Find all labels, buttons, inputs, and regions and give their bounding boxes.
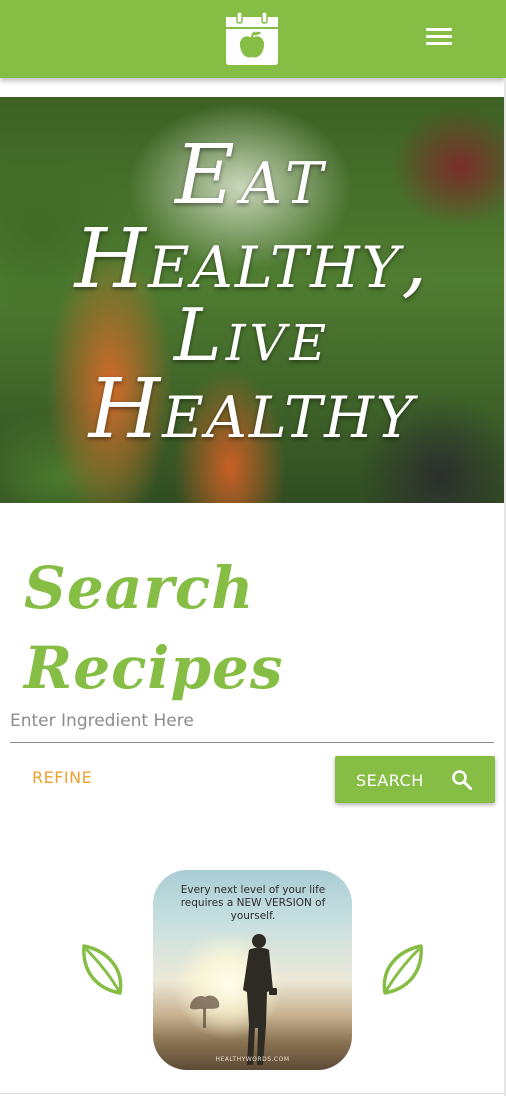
magnifier-icon bbox=[452, 770, 472, 790]
ingredient-search-input[interactable] bbox=[10, 700, 494, 743]
hamburger-menu-icon[interactable] bbox=[424, 25, 454, 49]
search-button-label: SEARCH bbox=[356, 771, 424, 790]
hero-title-line: Eat bbox=[175, 128, 329, 223]
divider bbox=[0, 1093, 504, 1094]
hero-title-line: Live bbox=[173, 293, 331, 377]
menu-bar bbox=[426, 28, 452, 31]
search-recipes-heading: Search Recipes bbox=[24, 554, 284, 702]
quote-text: Every next level of your life requires a… bbox=[180, 884, 326, 922]
quote-image-card[interactable]: Every next level of your life requires a… bbox=[153, 870, 352, 1070]
apple-calendar-logo[interactable] bbox=[224, 11, 280, 67]
search-button[interactable]: SEARCH bbox=[335, 756, 495, 803]
hero-banner: Eat Healthy, Live Healthy bbox=[0, 97, 504, 503]
menu-bar bbox=[426, 35, 452, 38]
refine-button[interactable]: REFINE bbox=[32, 768, 92, 787]
hiker-silhouette bbox=[243, 934, 277, 1065]
hero-title-line: Healthy bbox=[88, 362, 416, 457]
menu-bar bbox=[426, 42, 452, 45]
hero-title-line: Healthy, bbox=[74, 212, 430, 307]
quote-credit: HEALTHYWORDS.COM bbox=[215, 1056, 290, 1063]
top-app-bar bbox=[0, 0, 506, 78]
tree-silhouette bbox=[190, 995, 220, 1028]
leaf-icon bbox=[82, 944, 123, 995]
leaf-icon bbox=[382, 944, 423, 995]
